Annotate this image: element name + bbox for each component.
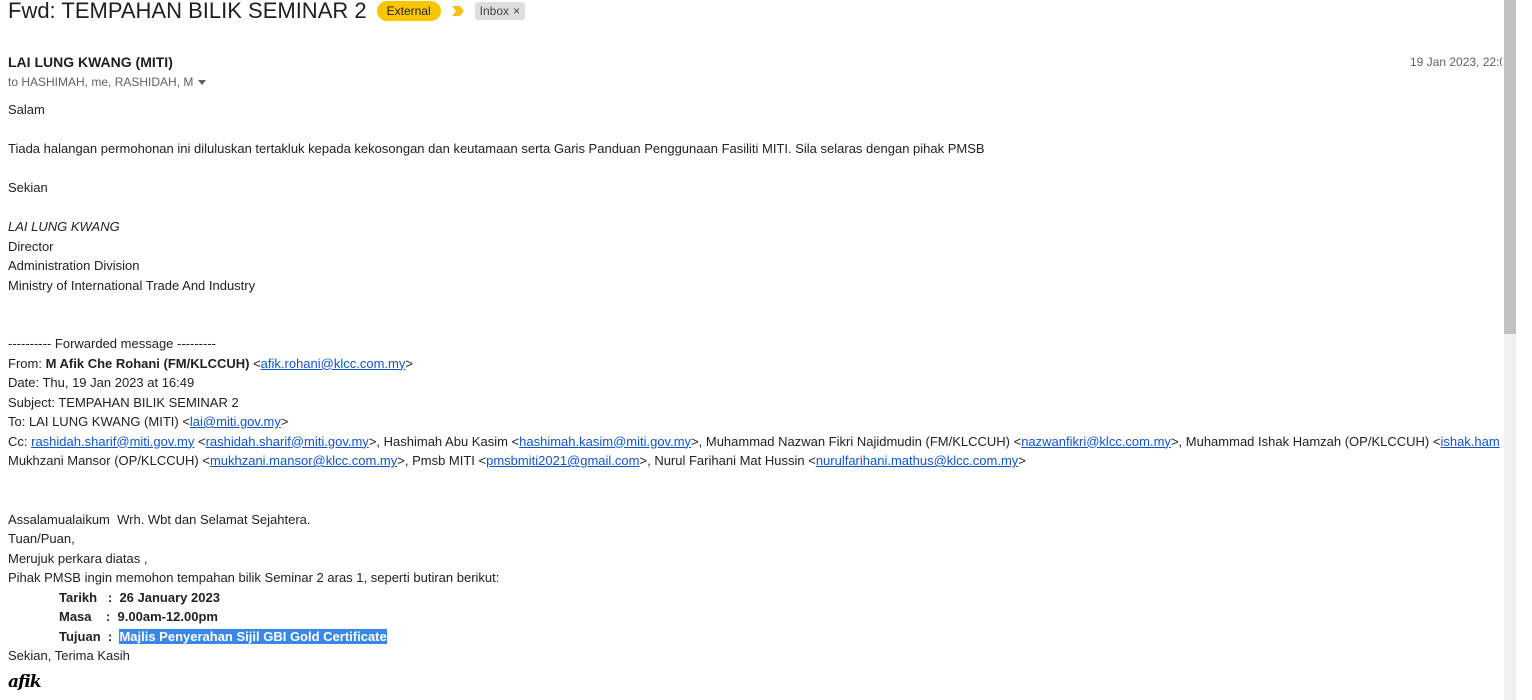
from-email-link[interactable]: afik.rohani@klcc.com.my bbox=[261, 356, 406, 371]
detail-tujuan: Tujuan : Majlis Penyerahan Sijil GBI Gol… bbox=[8, 627, 1504, 647]
forwarded-cc-continued: Mukhzani Mansor (OP/KLCCUH) <mukhzani.ma… bbox=[8, 453, 1026, 468]
signature-name: LAI LUNG KWANG bbox=[8, 219, 120, 234]
handwritten-signature: afik bbox=[8, 672, 42, 692]
salutation: Assalamualaikum Wrh. Wbt dan Selamat Sej… bbox=[8, 511, 311, 527]
cc-name: Nurul Farihani Mat Hussin bbox=[654, 453, 805, 468]
request-intro: Pihak PMSB ingin memohon tempahan bilik … bbox=[8, 570, 500, 585]
email-date: 19 Jan 2023, 22:0 bbox=[1410, 55, 1502, 69]
reference-line: Merujuk perkara diatas , bbox=[8, 550, 148, 566]
cc-label: Cc: bbox=[8, 433, 32, 449]
inbox-label-chip: Inbox × bbox=[474, 2, 526, 20]
email-view: Fwd: TEMPAHAN BILIK SEMINAR 2 External I… bbox=[0, 0, 1532, 700]
forwarded-header: ---------- Forwarded message --------- bbox=[8, 336, 216, 351]
cc-name: Mukhzani Mansor (OP/KLCCUH) bbox=[8, 453, 199, 468]
sender-name[interactable]: LAI LUNG KWANG (MITI) bbox=[8, 54, 173, 70]
remove-label-icon[interactable]: × bbox=[513, 3, 520, 19]
addressee: Tuan/Puan, bbox=[8, 531, 75, 546]
cc-email-link[interactable]: ishak.ham bbox=[1440, 434, 1499, 449]
cc-email-link[interactable]: nurulfarihani.mathus@klcc.com.my bbox=[816, 453, 1018, 468]
from-name: M Afik Che Rohani (FM/KLCCUH) bbox=[45, 355, 250, 371]
cc-name: Muhammad Nazwan Fikri Najidmudin (FM/KLC… bbox=[705, 433, 1010, 449]
email-subject: Fwd: TEMPAHAN BILIK SEMINAR 2 bbox=[8, 0, 367, 23]
inbox-label-text: Inbox bbox=[479, 4, 509, 18]
approval-message: Tiada halangan permohonan ini diluluskan… bbox=[8, 141, 985, 156]
cc-name: Pmsb MITI bbox=[412, 453, 475, 468]
masa-value: 9.00am-12.00pm bbox=[117, 609, 218, 624]
recipients-line: to HASHIMAH, me, RASHIDAH, M bbox=[8, 75, 207, 89]
to-label: To: LAI LUNG KWANG (MITI) < bbox=[8, 414, 190, 429]
signature-title: Director bbox=[8, 238, 54, 254]
cc-email-link[interactable]: pmsbmiti2021@gmail.com bbox=[486, 453, 639, 468]
signature-division: Administration Division bbox=[8, 258, 140, 273]
cc-email-link[interactable]: rashidah.sharif@miti.gov.my bbox=[31, 434, 194, 449]
cc-name: Hashimah Abu Kasim bbox=[383, 433, 508, 449]
show-details-caret-icon[interactable] bbox=[198, 79, 207, 85]
cc-email-link[interactable]: rashidah.sharif@miti.gov.my bbox=[206, 434, 369, 449]
importance-marker-icon[interactable] bbox=[451, 5, 465, 17]
cc-email-link[interactable]: hashimah.kasim@miti.gov.my bbox=[519, 434, 691, 449]
forwarded-cc: Cc: rashidah.sharif@miti.gov.my <rashida… bbox=[8, 433, 1500, 449]
greeting: Salam bbox=[8, 102, 45, 117]
to-email-link[interactable]: lai@miti.gov.my bbox=[190, 414, 281, 429]
vertical-scrollbar[interactable] bbox=[1504, 0, 1516, 700]
forwarded-from: From: M Afik Che Rohani (FM/KLCCUH) <afi… bbox=[8, 355, 413, 371]
detail-tarikh: Tarikh : 26 January 2023 bbox=[8, 588, 1504, 608]
from-label: From: bbox=[8, 355, 46, 371]
cc-name: Muhammad Ishak Hamzah (OP/KLCCUH) bbox=[1185, 433, 1430, 449]
forwarded-date: Date: Thu, 19 Jan 2023 at 16:49 bbox=[8, 375, 195, 390]
tarikh-value: 26 January 2023 bbox=[119, 589, 220, 605]
tarikh-label: Tarikh : bbox=[59, 589, 113, 605]
cc-email-link[interactable]: nazwanfikri@klcc.com.my bbox=[1021, 434, 1171, 449]
email-body: Salam Tiada halangan permohonan ini dilu… bbox=[8, 100, 1504, 666]
detail-masa: Masa : 9.00am-12.00pm bbox=[8, 607, 1504, 627]
recipients-text: to HASHIMAH, me, RASHIDAH, M bbox=[8, 75, 194, 89]
scrollbar-thumb[interactable] bbox=[1504, 0, 1516, 334]
forwarded-subject: Subject: TEMPAHAN BILIK SEMINAR 2 bbox=[8, 394, 239, 410]
masa-label: Masa : bbox=[59, 609, 111, 624]
cc-email-link[interactable]: mukhzani.mansor@klcc.com.my bbox=[210, 453, 397, 468]
tujuan-label: Tujuan : bbox=[59, 628, 113, 644]
external-badge: External bbox=[376, 1, 441, 21]
thanks-line: Sekian, Terima Kasih bbox=[8, 648, 130, 663]
subject-row: Fwd: TEMPAHAN BILIK SEMINAR 2 External I… bbox=[8, 0, 526, 28]
forwarded-to: To: LAI LUNG KWANG (MITI) <lai@miti.gov.… bbox=[8, 414, 289, 429]
signature-ministry: Ministry of International Trade And Indu… bbox=[8, 277, 256, 293]
tujuan-value-selected[interactable]: Majlis Penyerahan Sijil GBI Gold Certifi… bbox=[119, 628, 387, 644]
closing: Sekian bbox=[8, 180, 48, 195]
